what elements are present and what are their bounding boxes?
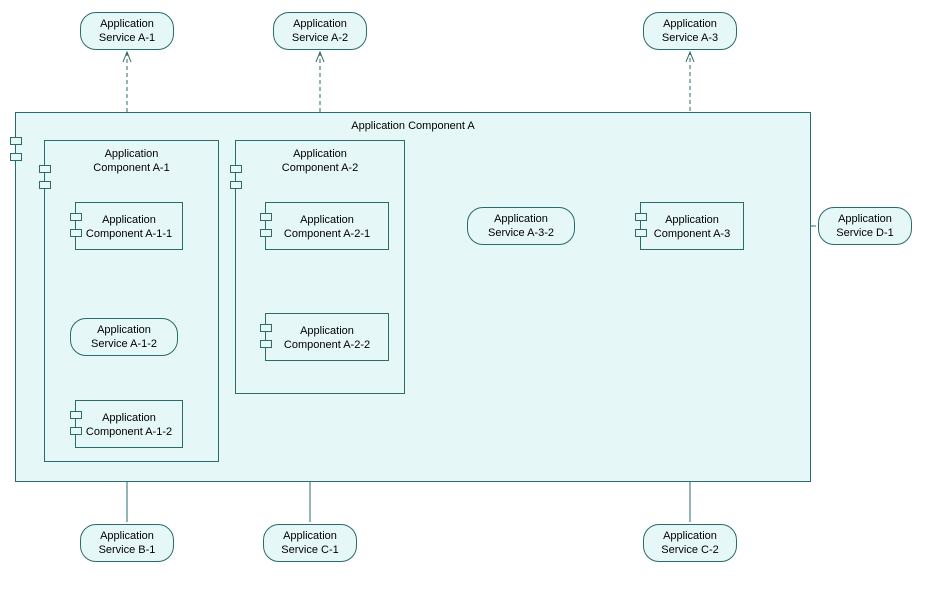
- component-notch-icon: [10, 137, 22, 145]
- label: ApplicationService D-1: [836, 212, 893, 241]
- component-notch-icon: [260, 324, 272, 332]
- label: ApplicationService A-3-2: [488, 212, 554, 241]
- service-a32[interactable]: ApplicationService A-3-2: [467, 207, 575, 245]
- component-notch-icon: [39, 181, 51, 189]
- service-b1[interactable]: ApplicationService B-1: [80, 524, 174, 562]
- service-a1[interactable]: ApplicationService A-1: [80, 12, 174, 50]
- component-a1-label: ApplicationComponent A-1: [45, 141, 218, 176]
- service-a12[interactable]: ApplicationService A-1-2: [70, 318, 178, 356]
- component-a22[interactable]: ApplicationComponent A-2-2: [265, 313, 389, 361]
- component-a21-label: ApplicationComponent A-2-1: [266, 203, 388, 242]
- component-a21[interactable]: ApplicationComponent A-2-1: [265, 202, 389, 250]
- component-notch-icon: [10, 153, 22, 161]
- label: ApplicationService A-1-2: [91, 323, 157, 352]
- component-notch-icon: [70, 411, 82, 419]
- label: ApplicationService C-2: [661, 529, 718, 558]
- component-notch-icon: [70, 229, 82, 237]
- component-notch-icon: [260, 340, 272, 348]
- label: ApplicationService B-1: [99, 529, 156, 558]
- service-c1[interactable]: ApplicationService C-1: [263, 524, 357, 562]
- component-notch-icon: [230, 165, 242, 173]
- component-a11-label: ApplicationComponent A-1-1: [76, 203, 182, 242]
- component-a-label: Application Component A: [16, 113, 810, 133]
- component-notch-icon: [70, 213, 82, 221]
- label: ApplicationService A-3: [662, 17, 718, 46]
- component-notch-icon: [70, 427, 82, 435]
- service-a3[interactable]: ApplicationService A-3: [643, 12, 737, 50]
- service-d1[interactable]: ApplicationService D-1: [818, 207, 912, 245]
- label: ApplicationService C-1: [281, 529, 338, 558]
- component-a3-label: ApplicationComponent A-3: [641, 203, 743, 242]
- component-notch-icon: [635, 229, 647, 237]
- component-a12[interactable]: ApplicationComponent A-1-2: [75, 400, 183, 448]
- component-notch-icon: [39, 165, 51, 173]
- diagram-canvas: ApplicationService A-1 ApplicationServic…: [0, 0, 941, 614]
- component-a11[interactable]: ApplicationComponent A-1-1: [75, 202, 183, 250]
- label: ApplicationService A-1: [99, 17, 155, 46]
- service-a2[interactable]: ApplicationService A-2: [273, 12, 367, 50]
- component-notch-icon: [230, 181, 242, 189]
- component-notch-icon: [260, 229, 272, 237]
- component-notch-icon: [635, 213, 647, 221]
- component-notch-icon: [260, 213, 272, 221]
- component-a3[interactable]: ApplicationComponent A-3: [640, 202, 744, 250]
- component-a12-label: ApplicationComponent A-1-2: [76, 401, 182, 440]
- component-a2-label: ApplicationComponent A-2: [236, 141, 404, 176]
- component-a22-label: ApplicationComponent A-2-2: [266, 314, 388, 353]
- service-c2[interactable]: ApplicationService C-2: [643, 524, 737, 562]
- label: ApplicationService A-2: [292, 17, 348, 46]
